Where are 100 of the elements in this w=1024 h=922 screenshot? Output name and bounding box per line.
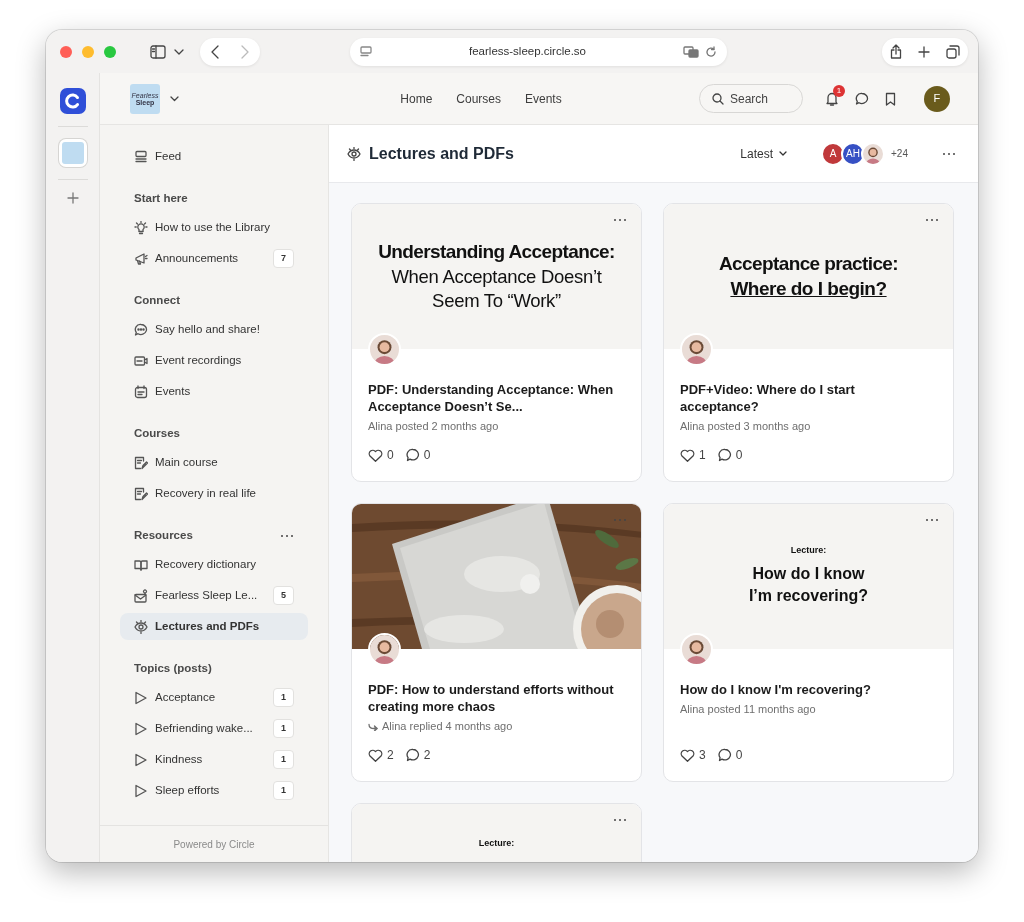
comment-icon (405, 748, 420, 762)
sidebar-icon (150, 44, 166, 59)
section-heading: Topics (posts) (133, 661, 213, 677)
comment-button[interactable]: 2 (405, 746, 431, 764)
search-button[interactable]: Search (699, 84, 803, 113)
more-icon (613, 818, 627, 822)
sidebar-item[interactable]: How to use the Library (120, 214, 308, 241)
comment-icon (405, 448, 420, 462)
cover-heading: Seem To “Work” (432, 288, 561, 313)
notification-count: 1 (833, 85, 845, 97)
sidebar-item[interactable]: Feed (120, 143, 308, 170)
more-icon (280, 534, 294, 538)
member-count: +24 (891, 147, 908, 161)
post-title[interactable]: How do I know I'm recovering? (680, 681, 937, 699)
back-icon (211, 44, 219, 59)
more-icon (925, 218, 939, 222)
comment-button[interactable]: 0 (405, 446, 431, 464)
more-button[interactable] (613, 818, 627, 822)
sidebar-item[interactable]: Main course (120, 449, 308, 476)
sidebar-item[interactable]: Announcements 7 (120, 245, 308, 272)
footer-text: Powered by Circle (173, 837, 255, 852)
comment-button[interactable]: 0 (717, 446, 743, 464)
chat-icon (855, 91, 869, 106)
post-card[interactable]: Acceptance practice: Where do I begin? PDF+Video: Where do I start acceptance? Alina posted 3 months ago 1 0 (663, 203, 954, 482)
nav-link[interactable]: Events (513, 85, 574, 112)
eye-icon (347, 146, 363, 161)
sort-dropdown[interactable]: Latest (734, 143, 794, 164)
reader-icon (360, 46, 372, 57)
app-logo-button[interactable] (59, 88, 86, 114)
cover-heading: Where do I begin? (730, 276, 887, 301)
post-title[interactable]: PDF: Understanding Acceptance: When Acceptance Doesn’t Se... (368, 381, 625, 416)
count-badge: 1 (273, 718, 294, 739)
cover-heading: Lecture: (790, 545, 827, 557)
bookmark-icon (885, 91, 896, 106)
sidebar-item[interactable]: Lectures and PDFs (120, 613, 308, 640)
reload-icon (705, 45, 717, 58)
triangle-icon (134, 752, 148, 767)
more-button[interactable] (925, 518, 939, 522)
like-button[interactable]: 1 (680, 446, 706, 464)
comment-button[interactable]: 0 (717, 746, 743, 764)
post-meta: Alina posted 2 months ago (368, 419, 499, 435)
sidebar-item[interactable]: Fearless Sleep Le... 5 (120, 582, 308, 609)
cover-heading: Lecture: (478, 838, 515, 850)
post-meta: Alina replied 4 months ago (382, 719, 513, 735)
more-button[interactable] (942, 151, 956, 156)
eye-icon (134, 619, 148, 634)
sidebar-item[interactable]: Event recordings (120, 347, 308, 374)
comment-icon (717, 448, 732, 462)
address-bar[interactable]: fearless-sleep.circle.so (350, 37, 727, 66)
search-icon (712, 92, 724, 105)
close-light[interactable] (60, 45, 72, 58)
megaphone-icon (134, 251, 148, 266)
community-logo-icon (61, 142, 84, 164)
like-button[interactable]: 0 (368, 446, 394, 464)
sidebar-item[interactable]: Events (120, 378, 308, 405)
post-title[interactable]: PDF: How to understand efforts without creating more chaos (368, 681, 625, 716)
bookmarks-button[interactable] (885, 91, 896, 106)
more-button[interactable] (925, 218, 939, 222)
avatar (368, 633, 401, 666)
triangle-icon (134, 721, 148, 736)
post-card[interactable]: Lecture: How do I know I’m recovering? How do I know I'm recovering? Alina posted 11 months ago 3 0 (663, 503, 954, 782)
url-text: fearless-sleep.circle.so (469, 43, 586, 59)
like-button[interactable]: 2 (368, 746, 394, 764)
post-card[interactable]: PDF: How to understand efforts without creating more chaos Alina replied 4 months ago 2 2 (351, 503, 642, 782)
post-meta: Alina posted 3 months ago (680, 419, 811, 435)
sidebar-item[interactable]: Recovery in real life (120, 480, 308, 507)
post-meta: Alina posted 11 months ago (680, 702, 816, 718)
plus-icon (918, 45, 930, 58)
document-icon (134, 486, 148, 501)
section-menu-button[interactable] (280, 534, 294, 538)
count-badge: 5 (273, 585, 294, 606)
nav-link[interactable]: Courses (444, 85, 513, 112)
post-card[interactable]: Lecture: (351, 803, 642, 862)
tabs-icon (946, 44, 960, 59)
chevron-down-icon (174, 48, 184, 55)
post-card[interactable]: Understanding Acceptance: When Acceptance Doesn’t Seem To “Work” PDF: Understanding Acceptance: When Acceptance Doesn’t Se... Alina posted 2 months ago 0 0 (351, 203, 642, 482)
messages-button[interactable] (855, 91, 869, 106)
more-button[interactable] (613, 218, 627, 222)
post-title[interactable]: PDF+Video: Where do I start acceptance? (680, 381, 937, 416)
cover-heading: Acceptance practice: (718, 251, 899, 276)
sidebar-item[interactable]: Say hello and share! (120, 316, 308, 343)
sidebar-item[interactable]: Acceptance 1 (120, 684, 308, 711)
sidebar-item[interactable]: Kindness 1 (120, 746, 308, 773)
count-badge: 7 (273, 248, 294, 269)
notifications-button[interactable]: 1 (825, 85, 845, 106)
feed-icon (134, 149, 148, 164)
section-heading: Courses (133, 426, 182, 442)
envelope-icon (134, 588, 148, 603)
nav-link[interactable]: Home (388, 85, 445, 112)
comment-icon (717, 748, 732, 762)
document-icon (134, 455, 148, 470)
book-icon (134, 557, 148, 572)
sidebar-item[interactable]: Sleep efforts 1 (120, 777, 308, 804)
sidebar-item[interactable]: Befriending wake... 1 (120, 715, 308, 742)
avatar (680, 633, 713, 666)
like-button[interactable]: 3 (680, 746, 706, 764)
triangle-icon (134, 783, 148, 798)
sidebar-item[interactable]: Recovery dictionary (120, 551, 308, 578)
calendar-icon (134, 384, 148, 399)
user-avatar[interactable]: F (924, 85, 950, 112)
